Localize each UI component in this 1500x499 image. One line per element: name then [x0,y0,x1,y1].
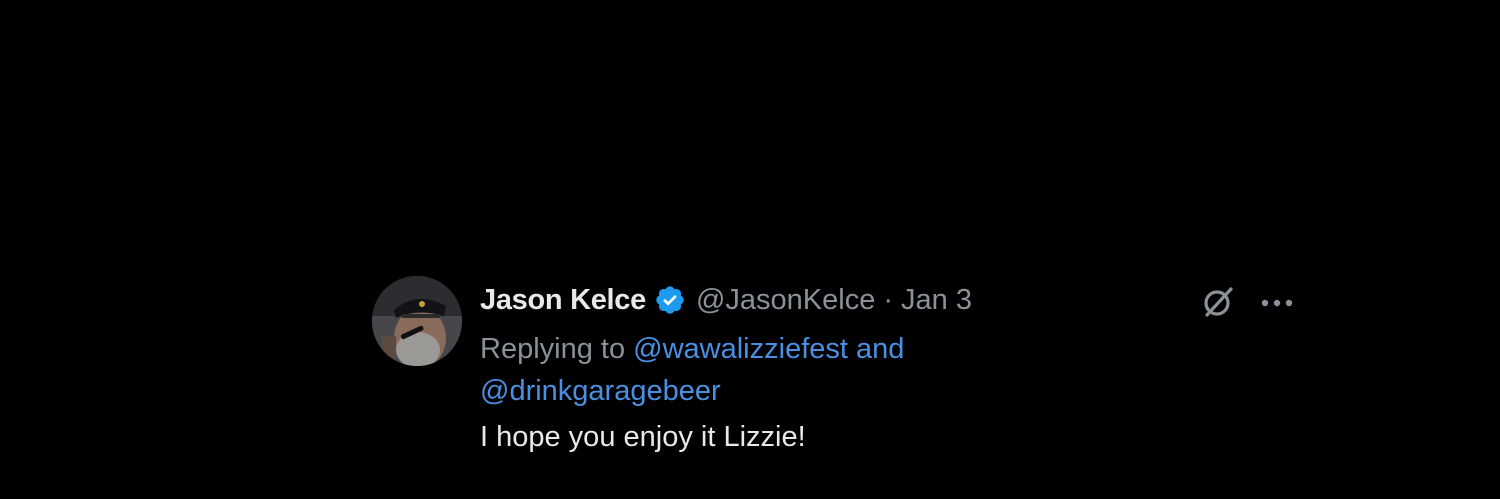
grok-icon[interactable] [1200,284,1236,320]
tweet[interactable]: Jason Kelce @JasonKelce · Jan 3 Replying… [372,276,1293,476]
tweet-header: Jason Kelce @JasonKelce · Jan 3 [480,280,972,320]
avatar-image [372,276,462,366]
tweet-date[interactable]: Jan 3 [901,284,972,317]
more-options-icon[interactable] [1260,296,1294,308]
author-display-name[interactable]: Jason Kelce [480,284,646,317]
mention-link[interactable]: @drinkgaragebeer [480,375,721,407]
verified-badge-icon [654,284,686,316]
mention-link[interactable]: @wawalizziefest [633,333,848,365]
separator-dot: · [883,283,894,316]
author-handle[interactable]: @JasonKelce [696,284,875,317]
tweet-text: I hope you enjoy it Lizzie! [480,421,806,453]
avatar[interactable] [372,276,462,366]
mention-conjunction: and [856,333,905,365]
replying-prefix: Replying to [480,333,626,365]
replying-to: Replying to @wawalizziefest and @drinkga… [480,328,1080,412]
